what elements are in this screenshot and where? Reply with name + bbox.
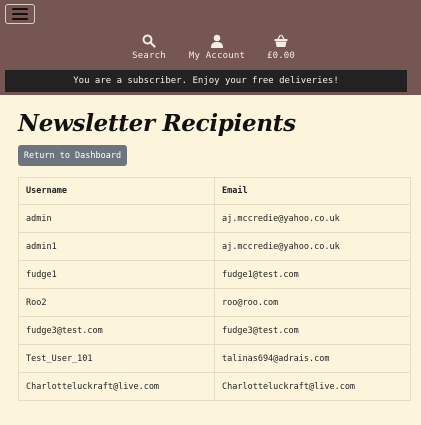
username-cell: fudge3@test.com [18, 316, 215, 345]
email-cell: roo@roo.com [214, 288, 411, 317]
column-header-username: Username [18, 177, 215, 205]
subscriber-banner: You are a subscriber. Enjoy your free de… [5, 70, 407, 92]
search-icon [142, 34, 156, 48]
username-cell: Roo2 [18, 288, 215, 317]
table-row: Roo2 roo@roo.com [18, 288, 411, 317]
return-to-dashboard-button[interactable]: Return to Dashboard [18, 145, 127, 166]
column-header-email: Email [214, 177, 411, 205]
search-label: Search [132, 51, 166, 61]
email-cell: Charlotteluckraft@live.com [214, 372, 411, 401]
username-cell: admin1 [18, 232, 215, 261]
table-row: fudge1 fudge1@test.com [18, 260, 411, 289]
shopping-basket-icon [274, 34, 288, 47]
recipients-table: Username Email admin aj.mccredie@yahoo.c… [18, 177, 411, 401]
top-navbar: Search My Account £0.00 You are a subscr… [0, 0, 421, 95]
shopping-bag-link[interactable]: £0.00 [264, 34, 298, 61]
search-link[interactable]: Search [132, 34, 166, 61]
username-cell: fudge1 [18, 260, 215, 289]
bag-total: £0.00 [266, 51, 296, 61]
email-cell: aj.mccredie@yahoo.co.uk [214, 204, 411, 233]
table-row: Test_User_101 talinas694@adrais.com [18, 344, 411, 373]
email-cell: fudge3@test.com [214, 316, 411, 345]
menu-icon-bar [12, 13, 28, 15]
table-row: admin1 aj.mccredie@yahoo.co.uk [18, 232, 411, 261]
menu-toggle-button[interactable] [5, 4, 35, 24]
table-header-row: Username Email [18, 177, 411, 205]
email-cell: talinas694@adrais.com [214, 344, 411, 373]
menu-icon-bar [12, 18, 28, 20]
my-account-label: My Account [188, 51, 246, 61]
page-title: Newsletter Recipients [18, 110, 296, 137]
email-cell: aj.mccredie@yahoo.co.uk [214, 232, 411, 261]
table-row: admin aj.mccredie@yahoo.co.uk [18, 204, 411, 233]
my-account-link[interactable]: My Account [187, 34, 247, 61]
user-icon [211, 34, 223, 48]
table-row: Charlotteluckraft@live.com Charlotteluck… [18, 372, 411, 401]
menu-icon-bar [12, 8, 28, 10]
username-cell: admin [18, 204, 215, 233]
username-cell: Charlotteluckraft@live.com [18, 372, 215, 401]
username-cell: Test_User_101 [18, 344, 215, 373]
email-cell: fudge1@test.com [214, 260, 411, 289]
table-row: fudge3@test.com fudge3@test.com [18, 316, 411, 345]
